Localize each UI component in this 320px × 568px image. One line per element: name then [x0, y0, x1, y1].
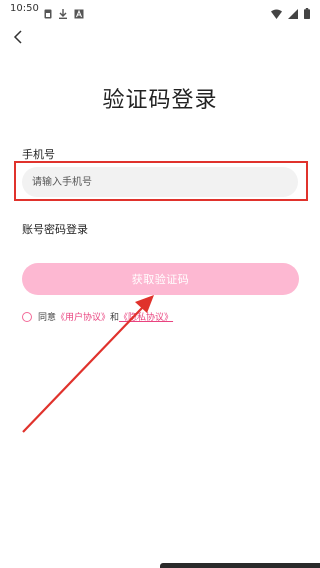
page-title: 验证码登录 [102, 88, 218, 113]
phone-input[interactable] [22, 167, 298, 197]
user-agreement-link[interactable]: 《用户协议》 [56, 310, 110, 323]
get-code-button[interactable]: 获取验证码 [22, 263, 299, 295]
status-bar: 10:50 [0, 0, 320, 20]
status-time: 10:50 [10, 3, 39, 14]
agree-and: 和 [110, 313, 120, 323]
agree-prefix: 同意 [38, 313, 57, 323]
agreement-row: 同意 《用户协议》 和 《隐私协议》 [22, 310, 173, 323]
phone-label: 手机号 [22, 148, 55, 161]
password-login-link[interactable]: 账号密码登录 [22, 221, 88, 237]
sim-card-icon [44, 4, 52, 23]
wifi-icon [271, 4, 282, 23]
battery-icon [304, 4, 310, 23]
home-indicator [160, 563, 320, 568]
download-icon [59, 4, 67, 23]
app-a-icon [74, 4, 84, 23]
chevron-left-icon [13, 29, 23, 48]
privacy-agreement-link[interactable]: 《隐私协议》 [119, 310, 173, 323]
status-right-icons [271, 4, 310, 23]
back-button[interactable] [6, 26, 30, 50]
signal-icon [288, 4, 298, 23]
agree-radio[interactable] [22, 311, 32, 322]
